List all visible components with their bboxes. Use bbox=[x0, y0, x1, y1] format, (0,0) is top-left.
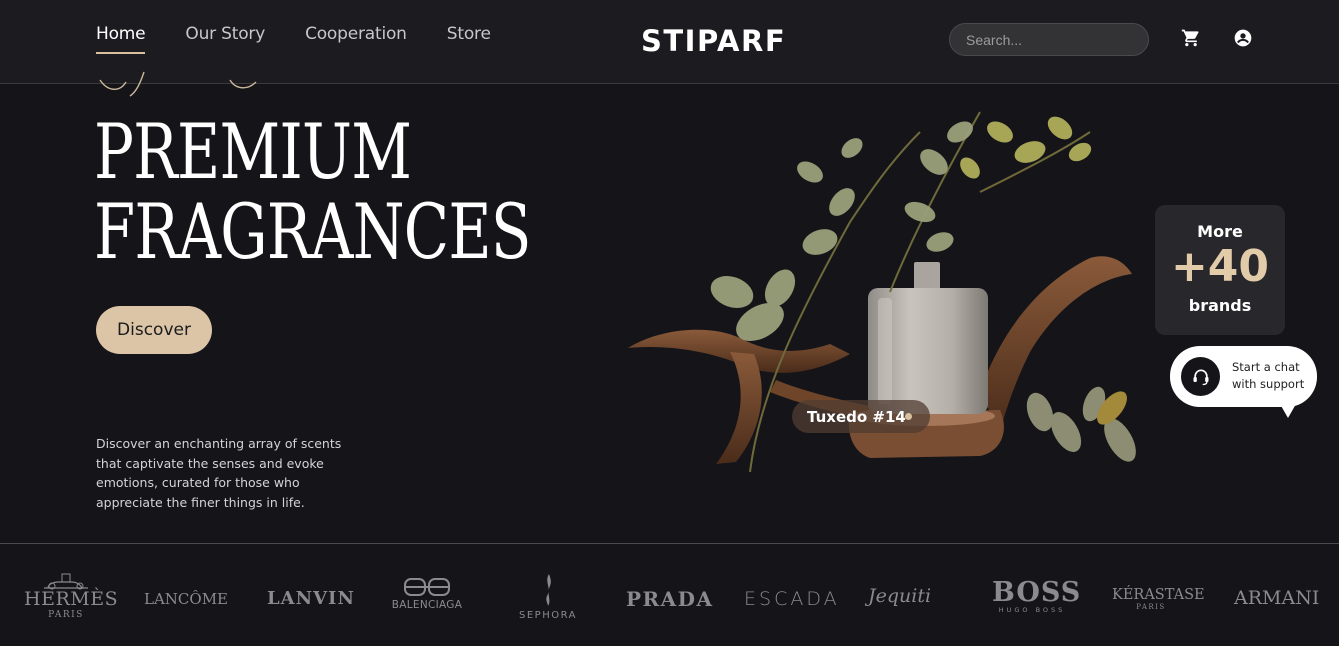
site-logo[interactable]: STIPARF bbox=[641, 24, 786, 58]
chat-text-line1: Start a chat bbox=[1232, 360, 1300, 374]
main-nav: Home Our Story Cooperation Store bbox=[96, 24, 491, 54]
nav-store[interactable]: Store bbox=[447, 24, 491, 54]
brand-hermes-name: HERMÈS bbox=[24, 588, 119, 610]
hero-title-line1: PREMIUM bbox=[94, 107, 412, 196]
chat-text: Start a chat with support bbox=[1232, 359, 1314, 393]
brand-kerastase[interactable]: KÉRASTASE PARIS bbox=[1112, 587, 1205, 611]
headset-icon bbox=[1181, 357, 1220, 396]
nav-home[interactable]: Home bbox=[96, 24, 146, 54]
balenciaga-bb-icon bbox=[404, 578, 450, 596]
brand-sephora-name: SEPHORA bbox=[519, 610, 577, 621]
brand-sephora[interactable]: SEPHORA bbox=[518, 572, 578, 621]
chat-text-line2: with support bbox=[1232, 377, 1305, 391]
hermes-carriage-icon bbox=[44, 573, 88, 590]
account-icon[interactable] bbox=[1233, 28, 1253, 48]
brand-prada[interactable]: PRADA bbox=[626, 587, 714, 611]
brands-divider bbox=[0, 543, 1339, 544]
brand-boss-sub: HUGO BOSS bbox=[998, 606, 1066, 614]
brand-lancome[interactable]: LANCÔME bbox=[144, 590, 228, 608]
nav-our-story[interactable]: Our Story bbox=[185, 24, 265, 54]
brand-kerastase-name: KÉRASTASE bbox=[1112, 587, 1205, 603]
script-decoration bbox=[96, 70, 386, 98]
brands-card-count: +40 bbox=[1170, 241, 1270, 292]
discover-button[interactable]: Discover bbox=[96, 306, 212, 354]
brand-lanvin[interactable]: LANVIN bbox=[267, 588, 355, 609]
product-tag[interactable]: Tuxedo #14 bbox=[792, 400, 930, 433]
nav-cooperation[interactable]: Cooperation bbox=[305, 24, 407, 54]
brand-boss-name: BOSS bbox=[992, 577, 1082, 608]
hero-description: Discover an enchanting array of scents t… bbox=[96, 436, 342, 510]
search-input[interactable] bbox=[949, 23, 1149, 56]
cart-icon[interactable] bbox=[1181, 28, 1201, 48]
sephora-flame-icon bbox=[546, 574, 551, 606]
support-chat-button[interactable]: Start a chat with support bbox=[1170, 346, 1317, 418]
brand-escada[interactable]: ESCADA bbox=[744, 588, 840, 610]
brands-count-card: More +40 brands bbox=[1155, 205, 1285, 335]
brand-hermes[interactable]: HERMÈS PARIS bbox=[24, 572, 119, 620]
brand-jequiti[interactable]: Jequiti bbox=[868, 585, 931, 607]
brand-balenciaga-name: BALENCIAGA bbox=[391, 599, 463, 611]
brands-card-label: brands bbox=[1188, 296, 1252, 315]
product-tag-label: Tuxedo #14 bbox=[807, 407, 906, 426]
hero-title-line2: FRAGRANCES bbox=[94, 187, 531, 276]
brand-boss[interactable]: BOSS HUGO BOSS bbox=[992, 577, 1082, 614]
brands-card-more: More bbox=[1197, 222, 1243, 241]
brand-balenciaga[interactable]: BALENCIAGA bbox=[386, 577, 468, 611]
brand-hermes-sub: PARIS bbox=[48, 610, 84, 620]
brand-kerastase-sub: PARIS bbox=[1136, 603, 1166, 611]
hero-title: PREMIUM FRAGRANCES bbox=[94, 112, 531, 272]
brand-armani[interactable]: ARMANI bbox=[1234, 587, 1319, 609]
product-tag-dot bbox=[905, 413, 912, 420]
